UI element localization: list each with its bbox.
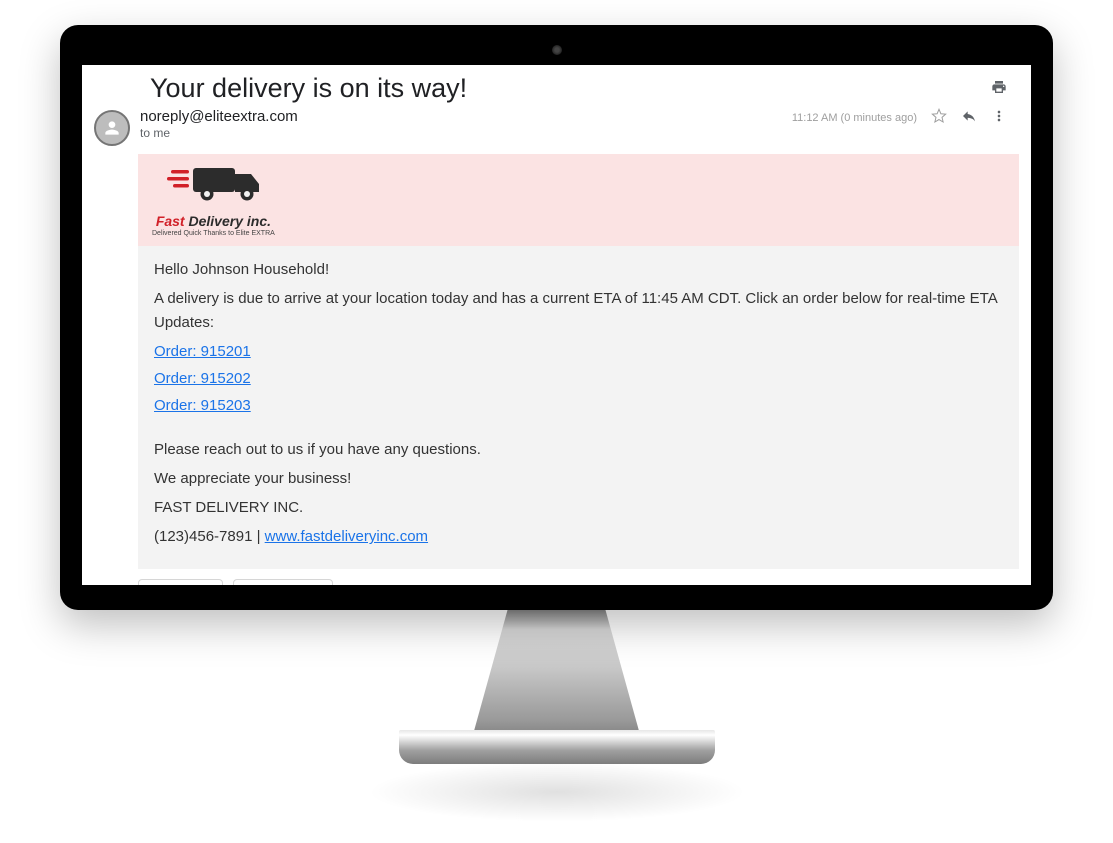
forward-button[interactable]: Forward: [233, 579, 333, 586]
order-link-1[interactable]: Order: 915201: [154, 340, 1003, 363]
reply-button[interactable]: Reply: [138, 579, 223, 586]
contact-line: (123)456-7891 | www.fastdeliveryinc.com: [154, 525, 1003, 548]
reply-icon[interactable]: [961, 108, 977, 127]
monitor-camera: [552, 45, 562, 55]
email-subject: Your delivery is on its way!: [150, 73, 991, 104]
monitor-bezel: Your delivery is on its way! noreply@eli…: [60, 25, 1053, 610]
brand-name: Fast Delivery inc.: [152, 213, 275, 229]
email-meta-row: noreply@eliteextra.com to me 11:12 AM (0…: [82, 108, 1031, 154]
monitor-stand-neck: [472, 605, 642, 740]
brand-tagline: Delivered Quick Thanks to Elite EXTRA: [152, 230, 275, 237]
recipient-label[interactable]: to me: [140, 126, 792, 140]
print-icon[interactable]: [991, 73, 1007, 100]
email-body: Fast Delivery inc. Delivered Quick Thank…: [138, 154, 1019, 569]
brand-name-rest: Delivery inc.: [185, 213, 271, 229]
email-content: Hello Johnson Household! A delivery is d…: [138, 246, 1019, 569]
brand-logo: Fast Delivery inc. Delivered Quick Thank…: [152, 162, 275, 237]
sender-avatar[interactable]: [94, 110, 130, 146]
website-link[interactable]: www.fastdeliveryinc.com: [265, 528, 428, 545]
company-name: FAST DELIVERY INC.: [154, 496, 1003, 519]
closing-1: Please reach out to us if you have any q…: [154, 438, 1003, 461]
truck-icon: [163, 162, 263, 211]
more-icon[interactable]: [991, 108, 1007, 127]
intro-text: A delivery is due to arrive at your loca…: [154, 287, 1003, 334]
sender-address: noreply@eliteextra.com: [140, 108, 792, 125]
order-link-2[interactable]: Order: 915202: [154, 367, 1003, 390]
email-header-row: Your delivery is on its way!: [82, 65, 1031, 108]
sender-block: noreply@eliteextra.com to me: [140, 108, 792, 140]
brand-banner: Fast Delivery inc. Delivered Quick Thank…: [138, 154, 1019, 246]
brand-name-fast: Fast: [156, 213, 185, 229]
phone-text: (123)456-7891: [154, 528, 252, 545]
closing-2: We appreciate your business!: [154, 467, 1003, 490]
monitor-shadow: [367, 762, 747, 822]
monitor-stand-base: [399, 730, 715, 764]
order-link-3[interactable]: Order: 915203: [154, 394, 1003, 417]
meta-actions: 11:12 AM (0 minutes ago): [792, 108, 1007, 127]
star-icon[interactable]: [931, 108, 947, 127]
greeting-text: Hello Johnson Household!: [154, 258, 1003, 281]
screen: Your delivery is on its way! noreply@eli…: [82, 65, 1031, 585]
separator: |: [252, 528, 264, 545]
brand-text: Fast Delivery inc. Delivered Quick Thank…: [152, 213, 275, 237]
email-timestamp: 11:12 AM (0 minutes ago): [792, 112, 917, 124]
action-buttons-row: Reply Forward: [82, 569, 1031, 586]
